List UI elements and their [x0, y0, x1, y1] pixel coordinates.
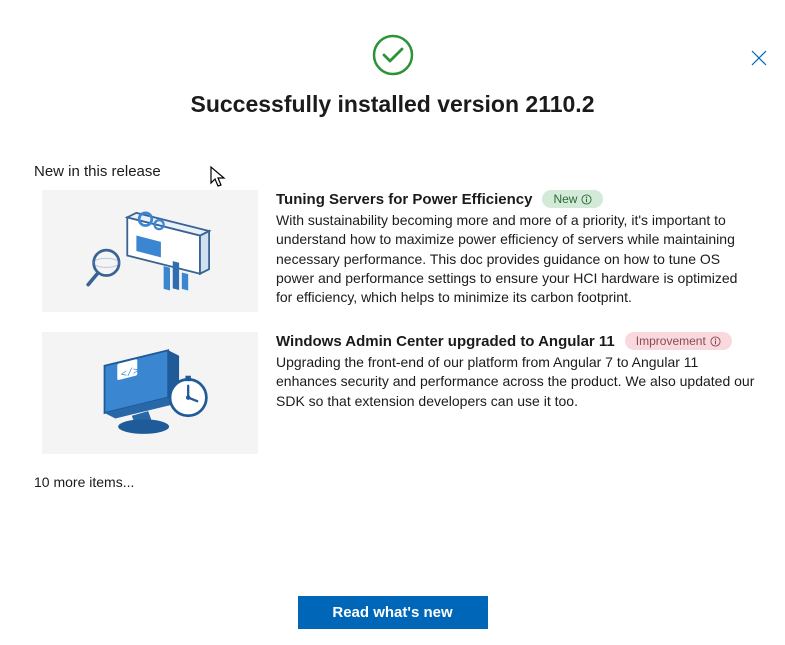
info-icon [581, 194, 592, 205]
success-checkmark-icon [0, 34, 785, 76]
page-title: Successfully installed version 2110.2 [0, 91, 785, 118]
close-button[interactable] [749, 48, 769, 68]
badge-label: Improvement [636, 334, 706, 348]
item-content: Windows Admin Center upgraded to Angular… [276, 332, 757, 454]
item-title: Windows Admin Center upgraded to Angular… [276, 333, 615, 350]
info-icon [710, 336, 721, 347]
item-content: Tuning Servers for Power Efficiency New … [276, 190, 757, 312]
read-whats-new-button[interactable]: Read what's new [298, 596, 488, 629]
release-items-list: Tuning Servers for Power Efficiency New … [42, 190, 757, 454]
new-badge: New [542, 190, 603, 208]
item-thumbnail [42, 190, 258, 312]
section-header: New in this release [34, 163, 785, 180]
item-title: Tuning Servers for Power Efficiency [276, 191, 532, 208]
item-description: With sustainability becoming more and mo… [276, 211, 757, 308]
more-items-text[interactable]: 10 more items... [34, 474, 785, 490]
release-item: </> Windows Admin Center upgraded to Ang… [42, 332, 757, 454]
improvement-badge: Improvement [625, 332, 732, 350]
badge-label: New [553, 192, 577, 206]
item-description: Upgrading the front-end of our platform … [276, 353, 757, 411]
item-thumbnail: </> [42, 332, 258, 454]
release-item: Tuning Servers for Power Efficiency New … [42, 190, 757, 312]
